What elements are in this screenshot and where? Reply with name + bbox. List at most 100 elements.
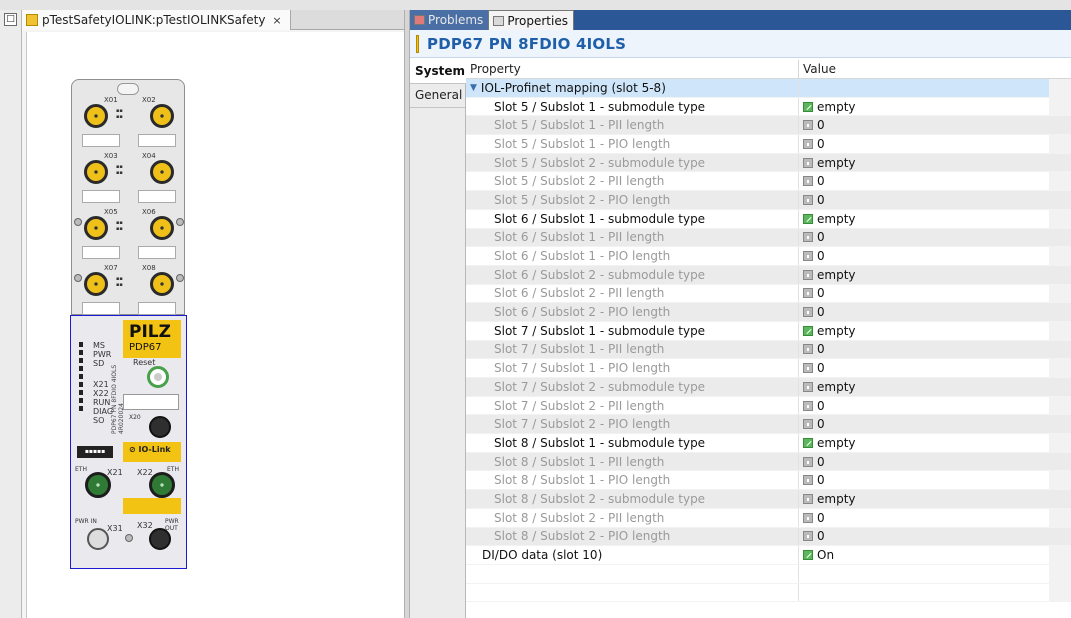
port-x22[interactable] bbox=[149, 472, 175, 498]
device-module[interactable]: X01 X02 ▪▪ ▪▪ X03 X04 ▪▪ ▪▪ X05 X06 ▪▪ ▪… bbox=[70, 79, 187, 569]
port-x08[interactable] bbox=[150, 272, 174, 296]
property-row[interactable]: Slot 5 / Subslot 2 - PIO length 0 bbox=[466, 191, 1071, 210]
property-row[interactable]: Slot 8 / Subslot 1 - submodule type empty bbox=[466, 434, 1071, 453]
port-x20[interactable] bbox=[149, 416, 171, 438]
port-x32[interactable] bbox=[149, 528, 171, 550]
property-row[interactable]: Slot 7 / Subslot 1 - PII length 0 bbox=[466, 340, 1071, 360]
property-value-cell[interactable]: empty bbox=[799, 210, 1049, 228]
property-value-cell[interactable]: 0 bbox=[799, 172, 1049, 190]
side-tab-system[interactable]: System bbox=[410, 60, 466, 84]
property-value-cell[interactable]: empty bbox=[799, 434, 1049, 452]
property-value-cell[interactable]: On bbox=[799, 546, 1049, 564]
property-value-cell[interactable]: 0 bbox=[799, 303, 1049, 321]
property-value-cell[interactable]: 0 bbox=[799, 471, 1049, 489]
property-row[interactable]: Slot 6 / Subslot 2 - PII length 0 bbox=[466, 284, 1071, 304]
property-value: 0 bbox=[817, 286, 825, 301]
row-end-cell bbox=[1049, 471, 1071, 490]
label-field bbox=[138, 190, 176, 203]
property-row[interactable]: Slot 8 / Subslot 1 - PII length 0 bbox=[466, 452, 1071, 472]
edit-icon bbox=[803, 437, 813, 448]
property-name: IOL-Profinet mapping (slot 5-8) bbox=[480, 80, 666, 95]
side-tab-general[interactable]: General bbox=[410, 84, 465, 108]
property-row[interactable]: Slot 7 / Subslot 2 - PIO length 0 bbox=[466, 415, 1071, 435]
column-header-value[interactable]: Value bbox=[799, 60, 1071, 78]
chevron-down-icon[interactable]: ▼ bbox=[470, 83, 477, 93]
editor-tab[interactable]: pTestSafetyIOLINK:pTestIOLINKSafety × bbox=[22, 10, 291, 30]
property-value-cell[interactable]: empty bbox=[799, 378, 1049, 396]
maximize-icon[interactable]: □ bbox=[4, 13, 17, 26]
port-label: X32 bbox=[137, 521, 153, 530]
lock-icon bbox=[803, 194, 813, 205]
port-x05[interactable] bbox=[84, 216, 108, 240]
property-value-cell[interactable]: empty bbox=[799, 98, 1049, 116]
property-row[interactable]: Slot 5 / Subslot 2 - submodule type empty bbox=[466, 153, 1071, 173]
port-x02[interactable] bbox=[150, 104, 174, 128]
property-value-cell[interactable]: 0 bbox=[799, 116, 1049, 134]
tab-problems[interactable]: Problems bbox=[410, 10, 489, 30]
property-row[interactable]: Slot 7 / Subslot 2 - submodule type empty bbox=[466, 378, 1071, 397]
property-value-cell[interactable]: 0 bbox=[799, 359, 1049, 377]
property-group-row[interactable]: ▼ IOL-Profinet mapping (slot 5-8) bbox=[466, 79, 1071, 98]
property-value-cell[interactable]: 0 bbox=[799, 341, 1049, 359]
property-row[interactable]: Slot 7 / Subslot 1 - submodule type empty bbox=[466, 321, 1071, 341]
port-x03[interactable] bbox=[84, 160, 108, 184]
property-value-cell[interactable]: 0 bbox=[799, 528, 1049, 546]
port-x07[interactable] bbox=[84, 272, 108, 296]
row-end-cell bbox=[1049, 303, 1071, 321]
column-header-property[interactable]: Property bbox=[466, 60, 799, 78]
reset-button[interactable] bbox=[147, 366, 169, 388]
port-x31[interactable] bbox=[87, 528, 109, 550]
property-value-cell[interactable]: 0 bbox=[799, 247, 1049, 265]
port-x06[interactable] bbox=[150, 216, 174, 240]
property-row[interactable]: Slot 8 / Subslot 2 - submodule type empty bbox=[466, 490, 1071, 509]
eth-label: ETH bbox=[167, 466, 179, 473]
property-name-cell: Slot 5 / Subslot 1 - submodule type bbox=[466, 97, 799, 116]
property-value-cell[interactable]: 0 bbox=[799, 453, 1049, 471]
row-end-cell bbox=[1049, 321, 1071, 340]
close-tab-icon[interactable]: × bbox=[272, 14, 281, 27]
property-name: Slot 5 / Subslot 1 - PIO length bbox=[494, 136, 671, 151]
property-row[interactable]: Slot 5 / Subslot 2 - PII length 0 bbox=[466, 172, 1071, 192]
property-row[interactable]: Slot 6 / Subslot 2 - PIO length 0 bbox=[466, 303, 1071, 322]
port-x01[interactable] bbox=[84, 104, 108, 128]
property-row[interactable]: Slot 6 / Subslot 1 - PIO length 0 bbox=[466, 247, 1071, 266]
property-row[interactable]: Slot 8 / Subslot 2 - PIO length 0 bbox=[466, 527, 1071, 547]
device-canvas[interactable]: X01 X02 ▪▪ ▪▪ X03 X04 ▪▪ ▪▪ X05 X06 ▪▪ ▪… bbox=[26, 32, 404, 618]
property-value: empty bbox=[817, 323, 856, 338]
property-row[interactable]: Slot 5 / Subslot 1 - PIO length 0 bbox=[466, 135, 1071, 154]
property-name-cell bbox=[466, 583, 799, 602]
property-row[interactable]: Slot 6 / Subslot 2 - submodule type empty bbox=[466, 265, 1071, 285]
property-value-cell[interactable]: 0 bbox=[799, 135, 1049, 153]
property-value-cell[interactable]: 0 bbox=[799, 397, 1049, 415]
property-name: Slot 8 / Subslot 1 - PIO length bbox=[494, 473, 671, 488]
port-label: X03 bbox=[104, 152, 118, 160]
property-value-cell[interactable]: 0 bbox=[799, 191, 1049, 209]
property-row[interactable]: Slot 6 / Subslot 1 - PII length 0 bbox=[466, 228, 1071, 248]
tab-properties[interactable]: Properties bbox=[488, 10, 574, 30]
device-vertical-label: PDP67 PN 8FDIO 4IOLS bbox=[111, 364, 118, 434]
property-row[interactable]: DI/DO data (slot 10) On bbox=[466, 546, 1071, 565]
property-value-cell[interactable]: empty bbox=[799, 490, 1049, 508]
property-value-cell[interactable]: 0 bbox=[799, 285, 1049, 303]
device-main-section[interactable]: PILZ PDP67 MS PWR SD X21 X22 RUN DIAG SO… bbox=[70, 315, 187, 569]
port-x21[interactable] bbox=[85, 472, 111, 498]
property-row[interactable]: Slot 8 / Subslot 1 - PIO length 0 bbox=[466, 471, 1071, 491]
property-value-cell[interactable]: 0 bbox=[799, 229, 1049, 247]
property-row[interactable]: Slot 5 / Subslot 1 - submodule type empty bbox=[466, 97, 1071, 117]
property-value-cell[interactable]: empty bbox=[799, 154, 1049, 172]
property-value: empty bbox=[817, 211, 856, 226]
property-name-cell: Slot 8 / Subslot 2 - PII length bbox=[466, 508, 799, 527]
property-value-cell[interactable]: empty bbox=[799, 266, 1049, 284]
property-row[interactable]: Slot 6 / Subslot 1 - submodule type empty bbox=[466, 209, 1071, 229]
property-row[interactable]: Slot 5 / Subslot 1 - PII length 0 bbox=[466, 116, 1071, 136]
property-row[interactable]: Slot 7 / Subslot 1 - PIO length 0 bbox=[466, 359, 1071, 378]
property-value-cell[interactable]: empty bbox=[799, 322, 1049, 340]
label-field bbox=[82, 190, 120, 203]
property-value: empty bbox=[817, 435, 856, 450]
property-row[interactable]: Slot 7 / Subslot 2 - PII length 0 bbox=[466, 396, 1071, 416]
property-value-cell[interactable]: 0 bbox=[799, 509, 1049, 527]
port-x04[interactable] bbox=[150, 160, 174, 184]
port-label: X05 bbox=[104, 208, 118, 216]
property-row[interactable]: Slot 8 / Subslot 2 - PII length 0 bbox=[466, 508, 1071, 528]
property-value-cell[interactable]: 0 bbox=[799, 415, 1049, 433]
